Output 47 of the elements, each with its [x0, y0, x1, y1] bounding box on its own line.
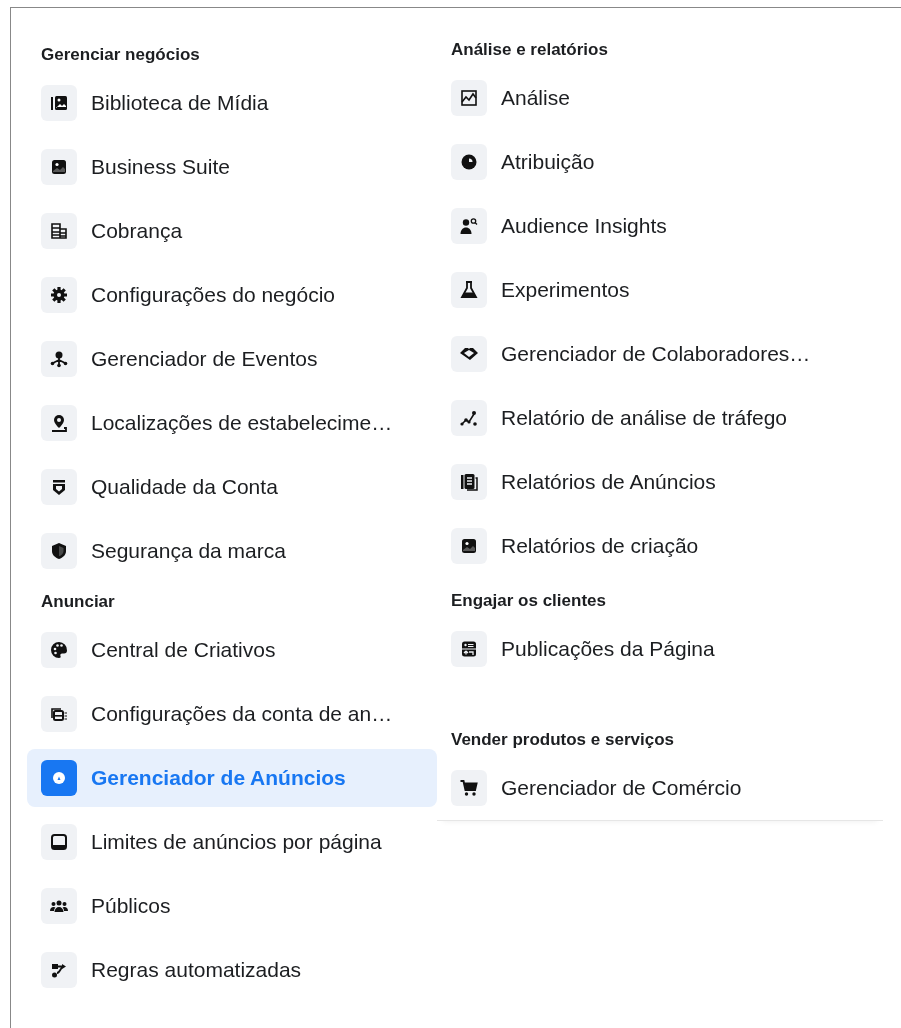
menu-item[interactable]: Cobrança	[27, 202, 437, 260]
menu-item[interactable]: Qualidade da Conta	[27, 458, 437, 516]
network-icon	[49, 349, 69, 369]
menu-item[interactable]: Central de Criativos	[27, 621, 437, 679]
menu-item[interactable]: Análise	[437, 69, 883, 127]
menu-item[interactable]: Audience Insights	[437, 197, 883, 255]
gallery-icon	[49, 93, 69, 113]
gear-icon	[49, 285, 69, 305]
tablet-icon	[49, 832, 69, 852]
menu-item[interactable]: Configurações do negócio	[27, 266, 437, 324]
menu-item[interactable]: Atribuição	[437, 133, 883, 191]
section-heading: Análise e relatórios	[450, 39, 609, 61]
menu-item[interactable]: Públicos	[27, 877, 437, 935]
document-stack-icon	[49, 221, 69, 241]
cart-icon	[459, 778, 479, 798]
section-heading: Anunciar	[40, 591, 116, 613]
menu-item[interactable]: Localizações de estabelecime…	[27, 394, 437, 452]
menu-item[interactable]: Configurações da conta de an…	[27, 685, 437, 743]
section-heading: Gerenciar negócios	[40, 44, 201, 66]
shield-icon	[49, 541, 69, 561]
menu-item[interactable]: Gerenciador de Comércio	[437, 759, 883, 817]
menu-item[interactable]: Limites de anúncios por página	[27, 813, 437, 871]
post-icon	[459, 639, 479, 659]
menu-item[interactable]: Relatórios de Anúncios	[437, 453, 883, 511]
location-pin-icon	[49, 413, 69, 433]
photo-icon	[49, 157, 69, 177]
menu-item[interactable]: Relatório de análise de tráfego	[437, 389, 883, 447]
scatter-line-icon	[459, 408, 479, 428]
menu-item[interactable]: Gerenciador de Anúncios	[27, 749, 437, 807]
pie-chart-icon	[459, 152, 479, 172]
line-chart-icon	[459, 88, 479, 108]
report-stack-icon	[459, 472, 479, 492]
photo-icon	[459, 536, 479, 556]
menu-item[interactable]: Segurança da marca	[27, 522, 437, 580]
section-heading: Vender produtos e serviços	[450, 729, 675, 751]
section-heading: Engajar os clientes	[450, 590, 607, 612]
menu-item[interactable]: Relatórios de criação	[437, 517, 883, 575]
flask-icon	[459, 280, 479, 300]
menu-item[interactable]: Experimentos	[437, 261, 883, 319]
palette-icon	[49, 640, 69, 660]
menu-item[interactable]: Biblioteca de Mídia	[27, 74, 437, 132]
menu-item[interactable]: Gerenciador de Eventos	[27, 330, 437, 388]
menu-item[interactable]: Business Suite	[27, 138, 437, 196]
menu-item[interactable]: Gerenciador de Colaboradores…	[437, 325, 883, 383]
person-search-icon	[459, 216, 479, 236]
menu-item[interactable]: Regras automatizadas	[27, 941, 437, 999]
menu-item[interactable]: Publicações da Página	[437, 620, 883, 678]
